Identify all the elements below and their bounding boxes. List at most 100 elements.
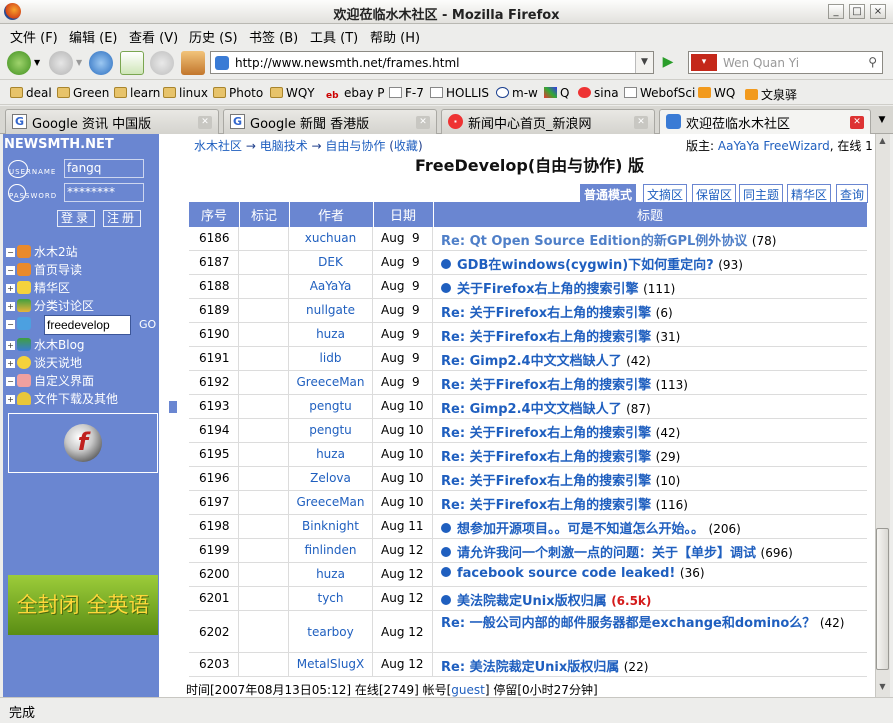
post-author[interactable]: huza [289,443,373,466]
scrollbar-thumb[interactable] [876,528,889,670]
register-button[interactable]: 注册 [103,210,141,227]
post-author[interactable]: AaYaYa [289,275,373,298]
post-title[interactable]: Qt Open Source Edition的新GPL例外协议 [470,234,748,249]
menu-file[interactable]: 文件 (F) [10,27,58,46]
tab-newsmth[interactable]: 欢迎莅临水木社区 ✕ [659,109,871,135]
post-title[interactable]: 关于Firefox右上角的搜索引擎 [470,450,652,465]
moderator-names[interactable]: AaYaYa FreeWizard [718,139,830,153]
post-author[interactable]: huza [289,563,373,586]
tab-same-topic[interactable]: 同主题 [739,184,784,203]
post-title[interactable]: 关于Firefox右上角的搜索引擎 [470,306,652,321]
bookmark-q[interactable]: Q [544,86,569,100]
post-author[interactable]: nullgate [289,299,373,322]
password-field[interactable]: ******** [64,183,144,202]
post-title-cell[interactable]: 请允许我问一个刺激一点的问题：关于【单步】调试 (696) [433,539,867,562]
post-title[interactable]: facebook source code leaked! [457,566,675,581]
menu-tools[interactable]: 工具 (T) [310,27,358,46]
post-author[interactable]: finlinden [289,539,373,562]
post-title[interactable]: 关于Firefox右上角的搜索引擎 [470,498,652,513]
tab-list-chevron-icon[interactable]: ▼ [874,109,890,131]
bookmark-ebay[interactable]: eb ebay P [326,86,385,102]
search-input[interactable]: Wen Quan Yi [723,56,799,70]
post-title-cell[interactable]: Re: 关于Firefox右上角的搜索引擎 (6) [433,299,867,322]
post-author[interactable]: xuchuan [289,227,373,250]
post-title-cell[interactable]: Re: 关于Firefox右上角的搜索引擎 (29) [433,443,867,466]
post-title-cell[interactable]: Re: Gimp2.4中文文档缺人了 (87) [433,395,867,418]
post-title-cell[interactable]: Re: 关于Firefox右上角的搜索引擎 (113) [433,371,867,394]
post-author[interactable]: DEK [289,251,373,274]
close-tab-icon[interactable]: ✕ [198,116,212,129]
post-title[interactable]: 关于Firefox右上角的搜索引擎 [457,282,639,297]
back-history-chevron-icon[interactable]: ▼ [34,58,40,67]
post-author[interactable]: pengtu [289,395,373,418]
post-title[interactable]: GDB在windows(cygwin)下如何重定向? [457,258,714,273]
home-icon[interactable] [181,51,205,75]
tab-google-hk[interactable]: G Google 新聞 香港版 ✕ [223,109,437,134]
bookmark-webofsci[interactable]: WebofSci [624,86,695,100]
sidebar-item-blog[interactable]: + 水木Blog [6,336,85,354]
search-magnifier-icon[interactable]: ⚲ [868,55,877,69]
frame-collapse-handle[interactable] [169,401,177,413]
post-title-cell[interactable]: Re: 美法院裁定Unix版权归属 (22) [433,653,867,676]
tab-google-cn[interactable]: G Google 资讯 中国版 ✕ [5,109,219,134]
back-arrow-icon[interactable] [7,51,31,75]
username-field[interactable]: fangq [64,159,144,178]
stop-icon[interactable] [150,51,174,75]
menu-history[interactable]: 历史 (S) [189,27,238,46]
post-title[interactable]: 关于Firefox右上角的搜索引擎 [470,426,652,441]
bookmark-mw[interactable]: m-w [496,86,538,100]
bookmark-hollis[interactable]: HOLLIS [430,86,489,100]
sidebar-item-chat[interactable]: + 谈天说地 [6,354,82,372]
breadcrumb-board[interactable]: 自由与协作 [325,139,385,153]
login-button[interactable]: 登录 [57,210,95,227]
post-title-cell[interactable]: Re: 关于Firefox右上角的搜索引擎 (31) [433,323,867,346]
expand-icon[interactable]: + [6,395,15,404]
post-title-cell[interactable]: Re: 一般公司内部的邮件服务器都是exchange和domino么？ (42) [433,611,867,652]
collapse-icon[interactable]: − [6,248,15,257]
post-author[interactable]: tych [289,587,373,610]
sidebar-item-downloads[interactable]: + 文件下载及其他 [6,390,118,408]
sidebar-item-categories[interactable]: + 分类讨论区 [6,297,94,315]
post-title-cell[interactable]: Re: 关于Firefox右上角的搜索引擎 (116) [433,491,867,514]
go-button[interactable]: GO [139,318,156,331]
maximize-icon[interactable]: □ [849,4,865,19]
account-link[interactable]: guest [451,683,485,697]
post-author[interactable]: pengtu [289,419,373,442]
post-author[interactable]: Binknight [289,515,373,538]
scroll-down-icon[interactable]: ▼ [876,682,889,695]
reload-icon[interactable] [89,51,113,75]
post-title[interactable]: Gimp2.4中文文档缺人了 [470,402,622,417]
post-title[interactable]: 关于Firefox右上角的搜索引擎 [470,330,652,345]
post-title[interactable]: 关于Firefox右上角的搜索引擎 [470,378,652,393]
bookmark-wenquanyi[interactable]: 文泉驿 [745,86,797,103]
sidebar-item-digest[interactable]: + 精华区 [6,279,70,297]
post-title-cell[interactable]: Re: 关于Firefox右上角的搜索引擎 (42) [433,419,867,442]
post-author[interactable]: tearboy [289,611,373,652]
menu-help[interactable]: 帮助 (H) [370,27,420,46]
search-engine-icon[interactable]: ▾ [691,54,717,71]
tab-digest[interactable]: 文摘区 [643,184,688,203]
new-tab-icon[interactable] [120,51,144,75]
post-title-cell[interactable]: Re: 关于Firefox右上角的搜索引擎 (10) [433,467,867,490]
post-title-cell[interactable]: 想参加开源项目。。可是不知道怎么开始。。 (206) [433,515,867,538]
post-title-cell[interactable]: Re: Gimp2.4中文文档缺人了 (42) [433,347,867,370]
expand-icon[interactable]: + [6,341,15,350]
post-title-cell[interactable]: 美法院裁定Unix版权归属 (6.5k) [433,587,867,610]
breadcrumb-site[interactable]: 水木社区 [194,139,242,153]
tab-normal-mode[interactable]: 普通模式 [580,184,637,203]
post-title[interactable]: 关于Firefox右上角的搜索引擎 [470,474,652,489]
post-title-cell[interactable]: facebook source code leaked! (36) [433,563,867,586]
expand-icon[interactable]: + [6,284,15,293]
post-author[interactable]: GreeceMan [289,491,373,514]
close-tab-icon[interactable]: ✕ [634,116,648,129]
scroll-up-icon[interactable]: ▲ [876,136,889,149]
sidebar-item-custom-ui[interactable]: − 自定义界面 [6,372,94,390]
expand-icon[interactable]: + [6,359,15,368]
tab-sina[interactable]: · 新闻中心首页_新浪网 ✕ [441,109,655,134]
url-bar[interactable]: http://www.newsmth.net/frames.html ▼ [210,51,654,74]
post-author[interactable]: GreeceMan [289,371,373,394]
post-title-cell[interactable]: Re: Qt Open Source Edition的新GPL例外协议 (78) [433,227,867,250]
post-title[interactable]: 请允许我问一个刺激一点的问题：关于【单步】调试 [457,546,756,561]
post-title[interactable]: 美法院裁定Unix版权归属 [457,594,607,609]
collapse-icon[interactable]: − [6,320,15,329]
